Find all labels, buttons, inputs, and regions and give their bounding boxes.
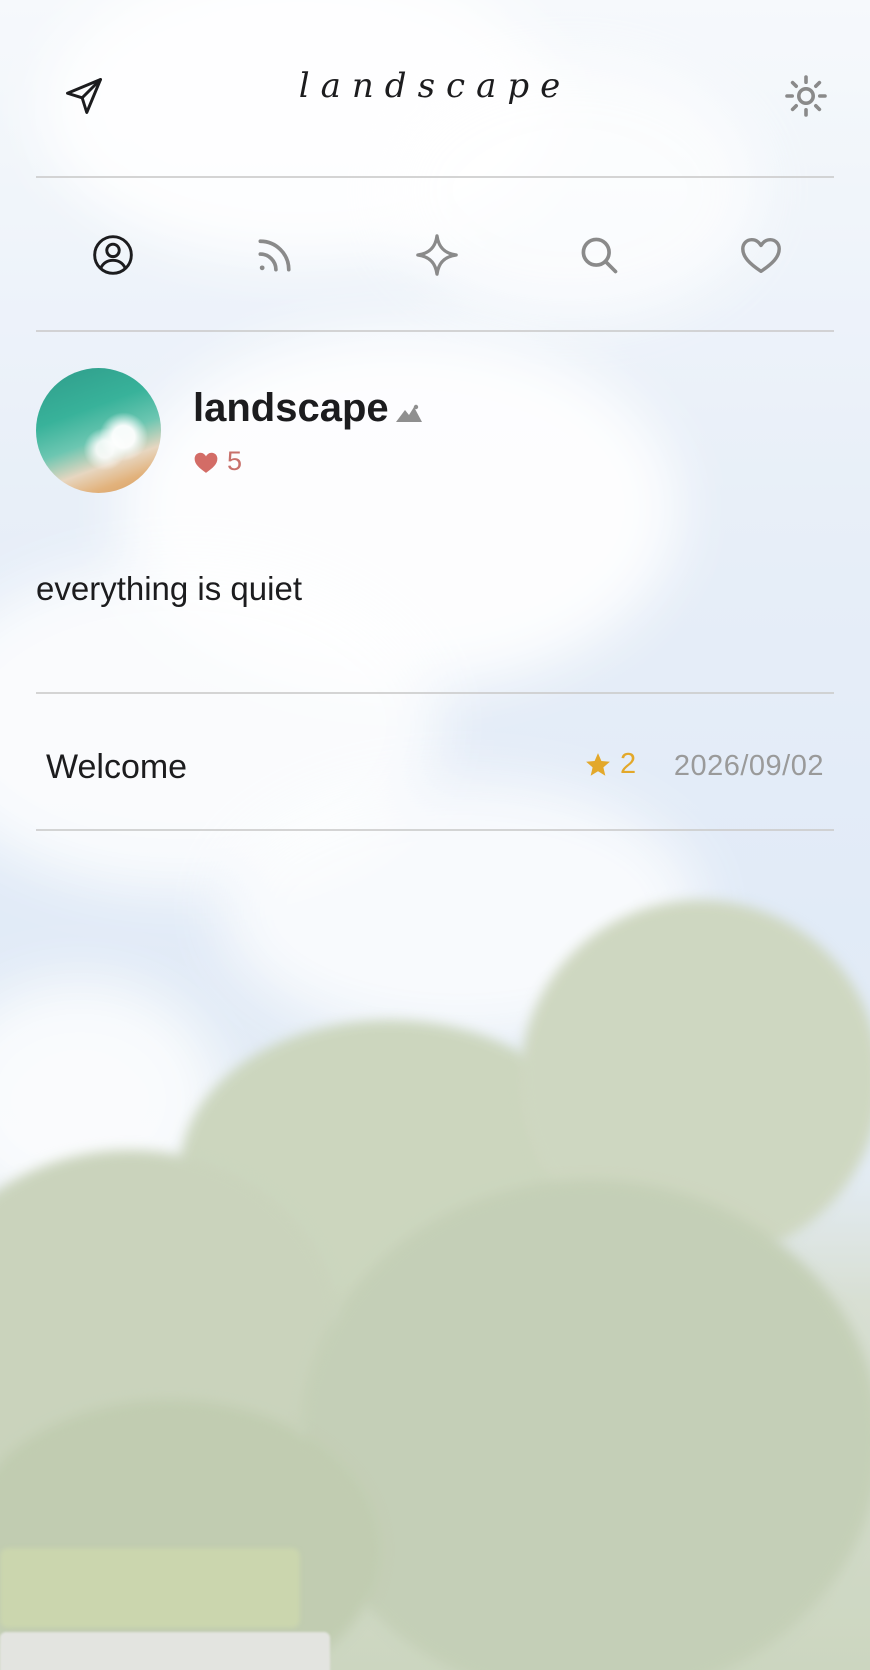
tabs-divider — [36, 330, 834, 332]
tab-favorites[interactable] — [726, 220, 796, 290]
likes-count: 5 — [193, 446, 242, 477]
star-value: 2 — [620, 748, 637, 780]
mountain-icon — [396, 404, 422, 422]
tab-bar — [36, 220, 834, 290]
avatar[interactable] — [36, 368, 161, 493]
user-circle-icon — [93, 235, 133, 275]
top-bar: landscape — [36, 0, 834, 177]
tab-discover[interactable] — [402, 220, 472, 290]
post-date: 2026/09/02 — [673, 750, 824, 782]
heart-filled-icon — [194, 452, 218, 473]
header-divider — [36, 176, 834, 178]
post-star-count: 2 — [584, 748, 636, 781]
profile-bio: everything is quiet — [36, 570, 302, 607]
sparkle-icon — [416, 234, 458, 276]
tab-search[interactable] — [564, 220, 634, 290]
rss-feed-icon — [258, 239, 291, 272]
app-title: landscape — [298, 66, 572, 106]
likes-value: 5 — [227, 446, 243, 476]
posts-bottom-divider — [36, 829, 834, 831]
profile-name: landscape — [193, 386, 389, 430]
tab-profile[interactable] — [78, 220, 148, 290]
list-item[interactable]: Welcome 2 2026/09/02 — [36, 694, 834, 830]
tab-feed[interactable] — [240, 220, 310, 290]
sun-icon[interactable] — [778, 68, 834, 124]
profile-header: landscape 5 — [36, 368, 636, 494]
post-title: Welcome — [46, 748, 188, 786]
heart-icon — [741, 237, 781, 274]
search-icon — [581, 237, 618, 274]
star-icon — [586, 752, 610, 776]
